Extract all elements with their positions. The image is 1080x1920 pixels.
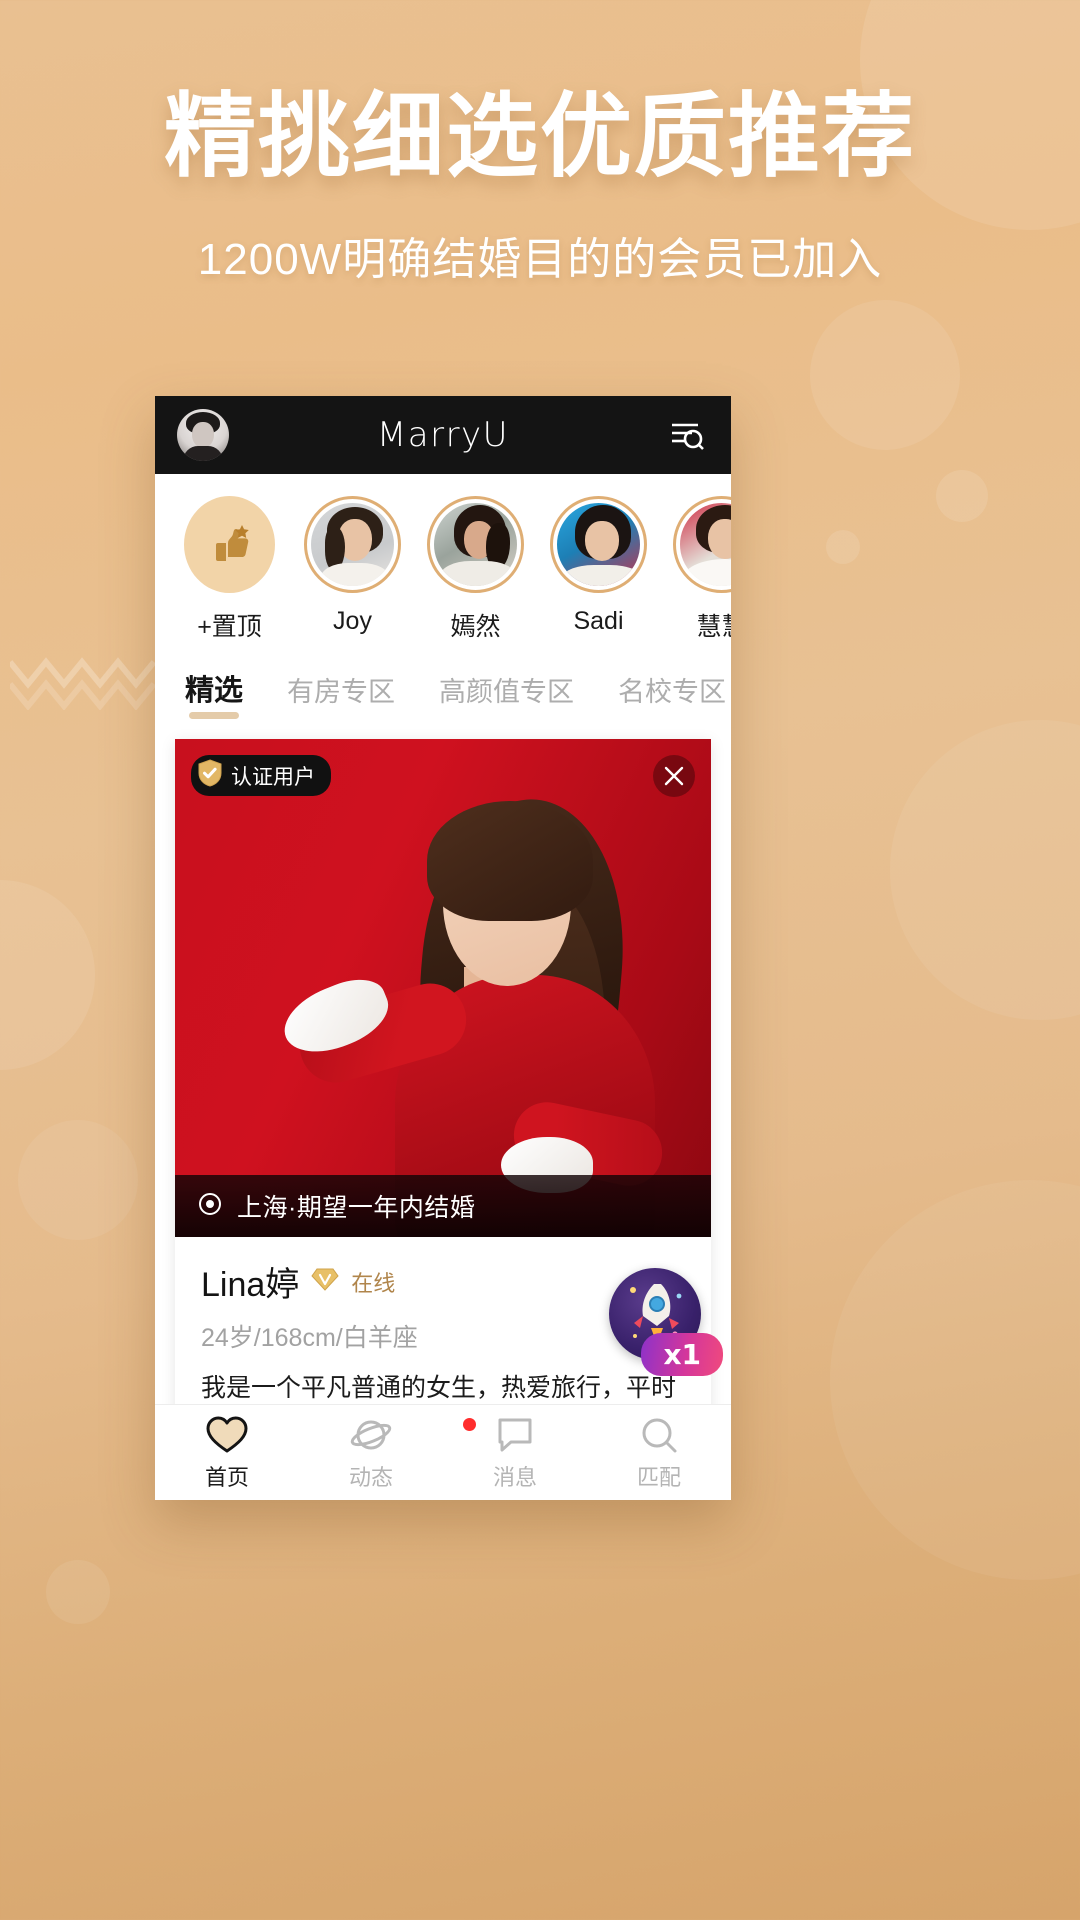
story-avatar	[680, 503, 731, 586]
app-header: MarryU	[155, 396, 731, 474]
zigzag-decoration	[10, 657, 157, 710]
profile-photo[interactable]: 认证用户 上海·期望一年内结婚	[175, 739, 711, 1237]
nav-label: 消息	[492, 1464, 537, 1490]
story-item-sadi[interactable]: Sadi	[550, 496, 647, 643]
story-ring	[427, 496, 524, 593]
tab-mingxiao[interactable]: 名校专区	[618, 670, 726, 725]
heart-icon	[155, 1414, 299, 1456]
planet-icon	[299, 1414, 443, 1456]
story-item-yanran[interactable]: 嫣然	[427, 496, 524, 643]
tab-youfang[interactable]: 有房专区	[287, 670, 395, 725]
story-ring	[304, 496, 401, 593]
story-ring	[550, 496, 647, 593]
nav-item-match[interactable]: 匹配	[587, 1414, 731, 1492]
status-badge-label: 认证用户	[231, 765, 315, 789]
story-avatar	[311, 503, 394, 586]
story-item-pin[interactable]: +置顶	[181, 496, 278, 643]
rocket-count-label: x1	[641, 1333, 723, 1376]
nav-label: 动态	[348, 1464, 393, 1490]
shield-check-icon	[197, 759, 223, 792]
notification-dot	[463, 1417, 476, 1431]
nav-label: 匹配	[636, 1464, 681, 1490]
tab-jingxuan[interactable]: 精选	[185, 667, 243, 725]
diamond-v-icon	[311, 1266, 339, 1297]
bg-circle-decoration	[810, 300, 960, 450]
location-text: 上海·期望一年内结婚	[237, 1194, 476, 1222]
bg-circle-decoration	[936, 470, 988, 522]
nav-label: 首页	[204, 1464, 249, 1490]
bg-circle-decoration	[826, 530, 860, 564]
avatar[interactable]	[177, 409, 229, 461]
story-item-joy[interactable]: Joy	[304, 496, 401, 643]
category-tabs[interactable]: 精选 有房专区 高颜值专区 名校专区	[155, 653, 731, 725]
nav-item-home[interactable]: 首页	[155, 1414, 299, 1492]
promo-text-block: 精挑细选优质推荐 1200W明确结婚目的的会员已加入	[0, 86, 1080, 287]
bg-circle-decoration	[830, 1180, 1080, 1580]
nav-item-moments[interactable]: 动态	[299, 1414, 443, 1492]
bg-circle-decoration	[46, 1560, 110, 1624]
status-badge: 认证用户	[191, 755, 331, 796]
online-status: 在线	[351, 1270, 396, 1296]
story-label: Sadi	[573, 607, 624, 635]
nav-item-messages[interactable]: 消息	[443, 1414, 587, 1492]
location-target-icon	[197, 1191, 223, 1222]
story-ring	[673, 496, 731, 593]
phone-screen: MarryU +置顶 Joy 嫣然 Sadi 慧 精选 有房专区 高颜值专区 名…	[155, 396, 731, 1500]
promo-subheadline: 1200W明确结婚目的的会员已加入	[197, 235, 883, 285]
story-item-huihui[interactable]: 慧慧	[673, 496, 731, 643]
story-ring	[181, 496, 278, 593]
promo-headline: 精挑细选优质推荐	[163, 83, 916, 190]
rocket-boost-badge[interactable]: x1	[597, 1268, 723, 1380]
story-label: 慧慧	[696, 613, 731, 641]
story-label: 嫣然	[450, 613, 501, 641]
bg-circle-decoration	[890, 720, 1080, 1020]
stories-row[interactable]: +置顶 Joy 嫣然 Sadi 慧	[155, 474, 731, 653]
photo-location-bar: 上海·期望一年内结婚	[175, 1175, 711, 1237]
bg-circle-decoration	[0, 880, 95, 1070]
page-title: MarryU	[376, 415, 510, 455]
story-label: +置顶	[197, 613, 262, 641]
tab-gaoyanzhi[interactable]: 高颜值专区	[439, 670, 574, 725]
story-avatar	[434, 503, 517, 586]
search-menu-icon[interactable]	[665, 413, 709, 457]
search-circle-icon	[587, 1414, 731, 1456]
bottom-nav[interactable]: 首页 动态 消息 匹配	[155, 1404, 731, 1500]
thumbs-up-star-icon	[184, 496, 275, 593]
bg-circle-decoration	[18, 1120, 138, 1240]
story-label: Joy	[333, 607, 372, 635]
story-avatar	[557, 503, 640, 586]
profile-name: Lina婷	[201, 1266, 300, 1304]
close-icon[interactable]	[653, 755, 695, 797]
